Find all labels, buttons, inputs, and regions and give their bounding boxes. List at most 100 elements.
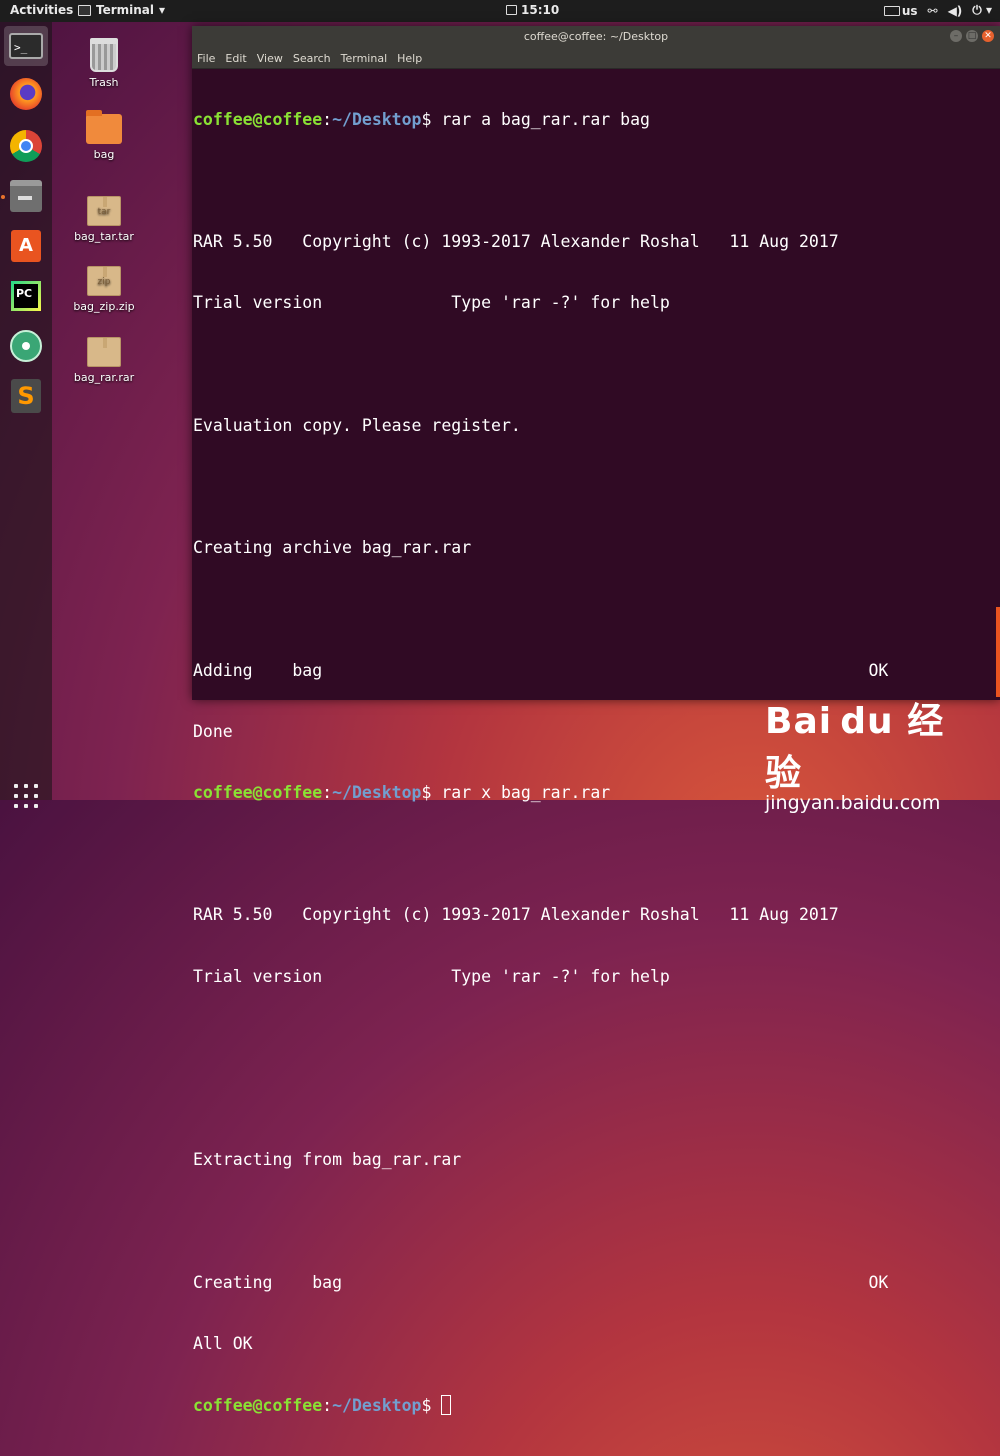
prompt-user: coffee@coffee bbox=[193, 783, 323, 803]
minimize-button[interactable]: – bbox=[950, 30, 962, 42]
menu-terminal[interactable]: Terminal bbox=[341, 52, 388, 65]
prompt-end: $ bbox=[421, 1396, 442, 1416]
output-line: Adding bag OK bbox=[193, 660, 889, 680]
prompt-path: ~/Desktop bbox=[332, 1396, 422, 1416]
output-line: Extracting from bag_rar.rar bbox=[193, 1150, 462, 1170]
desktop-item-bag-folder[interactable]: bag bbox=[64, 110, 144, 161]
dock-item-sublime-text[interactable] bbox=[4, 376, 48, 416]
menu-help[interactable]: Help bbox=[397, 52, 422, 65]
prompt-end: $ bbox=[421, 109, 442, 129]
dock-item-software-store[interactable]: A bbox=[4, 226, 48, 266]
archive-icon: zip bbox=[87, 266, 121, 296]
keyboard-layout-label: us bbox=[901, 3, 918, 18]
window-title: coffee@coffee: ~/Desktop bbox=[523, 30, 669, 43]
files-icon bbox=[10, 180, 42, 212]
chevron-down-icon: ▾ bbox=[159, 3, 166, 17]
software-store-icon: A bbox=[11, 230, 41, 262]
output-line: Trial version Type 'rar -?' for help bbox=[193, 293, 670, 313]
prompt-end: $ bbox=[421, 783, 442, 803]
terminal-icon: >_ bbox=[9, 33, 43, 59]
prompt-user: coffee@coffee bbox=[193, 1396, 323, 1416]
watermark-logo: Bai du 经验 bbox=[765, 701, 945, 794]
terminal-menubar: File Edit View Search Terminal Help bbox=[192, 48, 1000, 69]
archive-badge: tar bbox=[97, 207, 111, 217]
watermark-url: jingyan.baidu.com bbox=[765, 792, 941, 814]
prompt-user: coffee@coffee bbox=[193, 109, 323, 129]
archive-icon: tar bbox=[87, 196, 121, 226]
output-line: RAR 5.50 Copyright (c) 1993-2017 Alexand… bbox=[193, 232, 839, 252]
command-text: rar a bag_rar.rar bag bbox=[441, 109, 650, 129]
clock[interactable]: 15:10 bbox=[506, 3, 559, 17]
calendar-icon bbox=[506, 5, 517, 15]
scrollbar[interactable] bbox=[996, 607, 1000, 697]
dock-item-chrome[interactable] bbox=[4, 126, 48, 166]
chrome-icon bbox=[10, 130, 42, 162]
firefox-icon bbox=[10, 78, 42, 110]
sublime-text-icon bbox=[11, 379, 41, 413]
prompt-separator: : bbox=[322, 1396, 333, 1416]
trash-icon bbox=[90, 38, 118, 72]
prompt-line: coffee@coffee:~/Desktop$ rar a bag_rar.r… bbox=[193, 110, 1000, 130]
window-titlebar[interactable]: coffee@coffee: ~/Desktop – □ ✕ bbox=[192, 26, 1000, 48]
atom-icon bbox=[10, 330, 42, 362]
activities-button[interactable]: Activities bbox=[10, 3, 73, 17]
prompt-path: ~/Desktop bbox=[332, 109, 422, 129]
menu-view[interactable]: View bbox=[257, 52, 283, 65]
prompt-path: ~/Desktop bbox=[332, 783, 422, 803]
desktop-item-label: bag bbox=[93, 148, 115, 161]
output-line: All OK bbox=[193, 1333, 253, 1353]
dock-item-firefox[interactable] bbox=[4, 74, 48, 114]
show-applications-icon[interactable] bbox=[14, 784, 38, 808]
output-line: Creating archive bag_rar.rar bbox=[193, 538, 472, 558]
menu-file[interactable]: File bbox=[197, 52, 215, 65]
app-menu[interactable]: Terminal ▾ bbox=[78, 3, 165, 17]
text-cursor bbox=[441, 1395, 452, 1416]
close-button[interactable]: ✕ bbox=[982, 30, 994, 42]
app-menu-label: Terminal bbox=[96, 3, 155, 17]
desktop-item-label: Trash bbox=[89, 76, 119, 89]
prompt-separator: : bbox=[322, 783, 333, 803]
desktop-item-bag-rar[interactable]: bag_rar.rar bbox=[64, 337, 144, 384]
terminal-icon bbox=[78, 4, 91, 16]
menu-edit[interactable]: Edit bbox=[225, 52, 246, 65]
archive-badge: zip bbox=[97, 277, 111, 287]
network-icon[interactable]: ⚯ bbox=[928, 4, 938, 18]
output-line: Creating bag OK bbox=[193, 1272, 889, 1292]
pycharm-icon: PC bbox=[11, 281, 41, 311]
keyboard-layout[interactable]: us bbox=[883, 3, 918, 18]
clock-time: 15:10 bbox=[521, 3, 560, 17]
terminal-window[interactable]: coffee@coffee: ~/Desktop – □ ✕ File Edit… bbox=[192, 26, 1000, 1416]
output-line: Evaluation copy. Please register. bbox=[193, 415, 521, 435]
maximize-button[interactable]: □ bbox=[966, 30, 978, 42]
desktop-item-label: bag_zip.zip bbox=[73, 300, 135, 313]
power-icon[interactable]: ⏻ ▾ bbox=[972, 3, 992, 18]
output-line: RAR 5.50 Copyright (c) 1993-2017 Alexand… bbox=[193, 905, 839, 925]
pycharm-glyph: PC bbox=[14, 284, 38, 308]
dock-item-files[interactable] bbox=[4, 176, 48, 216]
volume-icon[interactable]: ◀) bbox=[948, 4, 963, 18]
baidu-watermark: Bai du 经验 jingyan.baidu.com bbox=[765, 692, 965, 814]
dock: >_ A PC bbox=[0, 22, 52, 808]
prompt-line: coffee@coffee:~/Desktop$ bbox=[193, 1395, 1000, 1416]
dock-item-atom[interactable] bbox=[4, 326, 48, 366]
desktop-item-label: bag_rar.rar bbox=[73, 371, 135, 384]
desktop-item-trash[interactable]: Trash bbox=[64, 38, 144, 89]
dock-item-terminal[interactable]: >_ bbox=[4, 26, 48, 66]
system-tray[interactable]: us ⚯ ◀) ⏻ ▾ bbox=[883, 3, 992, 18]
dock-item-pycharm[interactable]: PC bbox=[4, 276, 48, 316]
folder-icon bbox=[86, 110, 122, 144]
desktop-item-bag-tar[interactable]: tar bag_tar.tar bbox=[64, 196, 144, 243]
keyboard-icon bbox=[883, 5, 900, 16]
command-text: rar x bag_rar.rar bbox=[441, 783, 611, 803]
desktop-item-bag-zip[interactable]: zip bag_zip.zip bbox=[64, 266, 144, 313]
prompt-separator: : bbox=[322, 109, 333, 129]
menu-search[interactable]: Search bbox=[293, 52, 331, 65]
top-bar: Activities Terminal ▾ 15:10 us ⚯ ◀) ⏻ ▾ bbox=[0, 0, 1000, 22]
archive-icon bbox=[87, 337, 121, 367]
desktop-item-label: bag_tar.tar bbox=[74, 230, 134, 243]
